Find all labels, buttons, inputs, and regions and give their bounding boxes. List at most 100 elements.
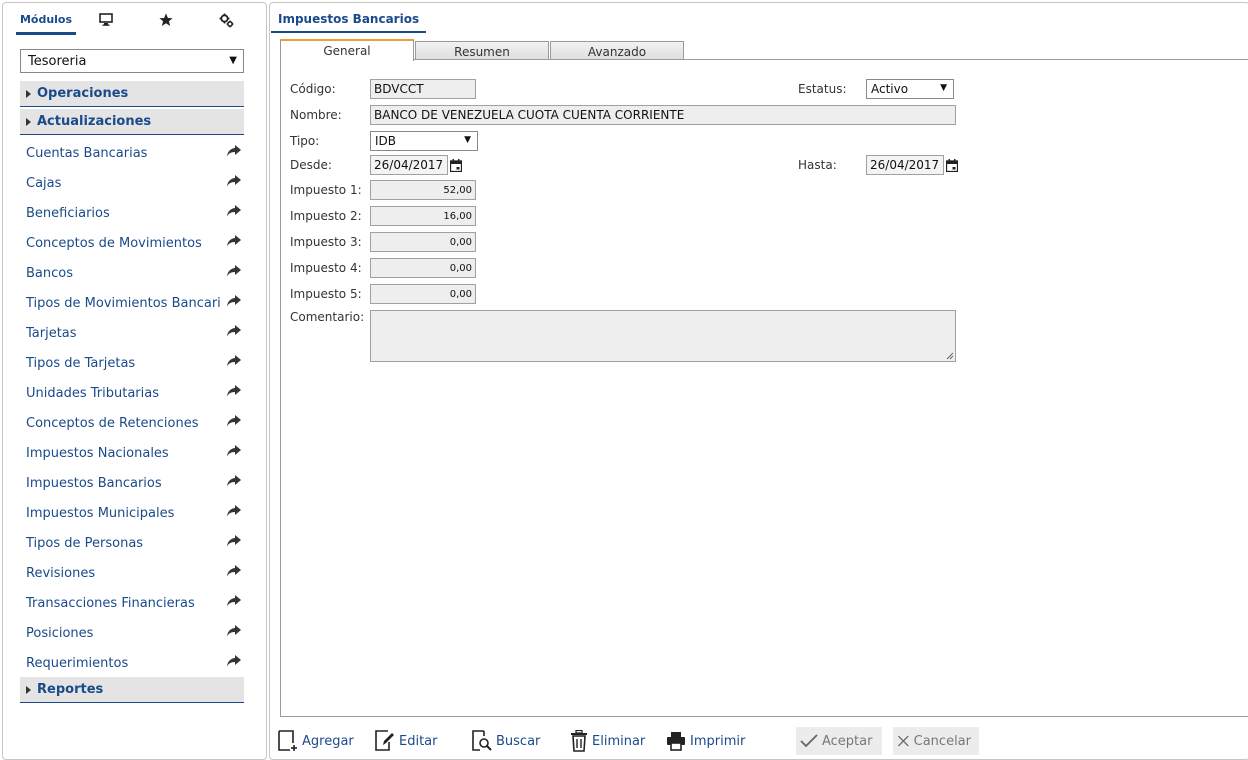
main-panel: Impuestos Bancarios General Resumen Avan… bbox=[269, 2, 1248, 760]
impuesto1-field[interactable]: 52,00 bbox=[370, 180, 476, 200]
actualizaciones-menu: Cuentas Bancarias Cajas Beneficiarios Co… bbox=[20, 138, 244, 678]
impuesto5-label: Impuesto 5: bbox=[290, 287, 362, 301]
cancelar-button[interactable]: Cancelar bbox=[893, 727, 979, 755]
imprimir-label: Imprimir bbox=[690, 733, 746, 749]
menu-item-impuestos-nacionales[interactable]: Impuestos Nacionales bbox=[20, 438, 244, 468]
aceptar-button[interactable]: Aceptar bbox=[796, 727, 882, 755]
menu-item-label: Posiciones bbox=[26, 625, 94, 641]
module-select[interactable]: Tesoreria ▼ bbox=[20, 49, 244, 73]
editar-label: Editar bbox=[399, 733, 438, 749]
buscar-label: Buscar bbox=[496, 733, 541, 749]
menu-item-beneficiarios[interactable]: Beneficiarios bbox=[20, 198, 244, 228]
tipo-select[interactable]: IDB ▼ bbox=[370, 131, 478, 151]
menu-item-label: Conceptos de Retenciones bbox=[26, 415, 199, 431]
menu-item-label: Impuestos Municipales bbox=[26, 505, 175, 521]
star-icon bbox=[159, 13, 173, 26]
eliminar-button[interactable]: Eliminar bbox=[570, 727, 645, 755]
share-arrow-icon bbox=[227, 565, 241, 577]
resize-grip-icon[interactable] bbox=[946, 352, 954, 360]
share-arrow-icon bbox=[227, 295, 241, 307]
impuesto3-label: Impuesto 3: bbox=[290, 235, 362, 249]
comentario-textarea[interactable] bbox=[370, 310, 956, 362]
share-arrow-icon bbox=[227, 265, 241, 277]
menu-item-conceptos-de-retenciones[interactable]: Conceptos de Retenciones bbox=[20, 408, 244, 438]
desde-label: Desde: bbox=[290, 158, 332, 172]
menu-item-tipos-de-tarjetas[interactable]: Tipos de Tarjetas bbox=[20, 348, 244, 378]
tab-favorites[interactable] bbox=[149, 9, 183, 35]
imprimir-button[interactable]: Imprimir bbox=[666, 727, 745, 755]
check-icon bbox=[800, 734, 818, 748]
add-document-icon bbox=[278, 730, 297, 751]
nombre-field[interactable]: BANCO DE VENEZUELA CUOTA CUENTA CORRIENT… bbox=[370, 105, 956, 125]
menu-item-posiciones[interactable]: Posiciones bbox=[20, 618, 244, 648]
menu-item-label: Unidades Tributarias bbox=[26, 385, 159, 401]
section-reportes[interactable]: Reportes bbox=[20, 677, 244, 703]
impuesto3-field[interactable]: 0,00 bbox=[370, 232, 476, 252]
menu-item-conceptos-de-movimientos[interactable]: Conceptos de Movimientos bbox=[20, 228, 244, 258]
menu-item-tipos-de-personas[interactable]: Tipos de Personas bbox=[20, 528, 244, 558]
cancelar-label: Cancelar bbox=[913, 733, 971, 749]
menu-item-label: Tarjetas bbox=[26, 325, 77, 341]
tipo-select-value: IDB bbox=[375, 134, 397, 148]
tab-general[interactable]: General bbox=[280, 39, 414, 61]
hasta-date-field[interactable]: 26/04/2017 bbox=[866, 155, 944, 175]
desde-date-field[interactable]: 26/04/2017 bbox=[370, 155, 448, 175]
impuesto4-field[interactable]: 0,00 bbox=[370, 258, 476, 278]
tab-modulos[interactable]: Módulos bbox=[16, 9, 76, 35]
estatus-select[interactable]: Activo ▼ bbox=[866, 79, 954, 99]
agregar-button[interactable]: Agregar bbox=[278, 727, 354, 755]
menu-item-tarjetas[interactable]: Tarjetas bbox=[20, 318, 244, 348]
share-arrow-icon bbox=[227, 415, 241, 427]
eliminar-label: Eliminar bbox=[592, 733, 646, 749]
section-operaciones[interactable]: Operaciones bbox=[20, 81, 244, 107]
tab-resumen[interactable]: Resumen bbox=[415, 41, 549, 61]
menu-item-transacciones-financieras[interactable]: Transacciones Financieras bbox=[20, 588, 244, 618]
page-title-tab[interactable]: Impuestos Bancarios bbox=[271, 9, 427, 33]
menu-item-label: Transacciones Financieras bbox=[26, 595, 195, 611]
menu-item-bancos[interactable]: Bancos bbox=[20, 258, 244, 288]
tab-avanzado[interactable]: Avanzado bbox=[550, 41, 684, 61]
calendar-icon[interactable] bbox=[450, 159, 462, 172]
menu-item-label: Tipos de Personas bbox=[26, 535, 144, 551]
menu-item-unidades-tributarias[interactable]: Unidades Tributarias bbox=[20, 378, 244, 408]
menu-item-label: Cuentas Bancarias bbox=[26, 145, 148, 161]
share-arrow-icon bbox=[227, 235, 241, 247]
share-arrow-icon bbox=[227, 535, 241, 547]
menu-item-impuestos-municipales[interactable]: Impuestos Municipales bbox=[20, 498, 244, 528]
section-operaciones-label: Operaciones bbox=[37, 86, 129, 101]
share-arrow-icon bbox=[227, 325, 241, 337]
codigo-field[interactable]: BDVCCT bbox=[370, 79, 476, 99]
buscar-button[interactable]: Buscar bbox=[472, 727, 540, 755]
menu-item-tipos-de-movimientos-bancarios[interactable]: Tipos de Movimientos Bancarios bbox=[20, 288, 244, 318]
calendar-icon[interactable] bbox=[946, 159, 958, 172]
menu-item-cajas[interactable]: Cajas bbox=[20, 168, 244, 198]
tab-settings[interactable] bbox=[209, 9, 243, 35]
tab-monitor[interactable] bbox=[89, 9, 123, 35]
form-area: Código: BDVCCT Estatus: Activo ▼ Nombre:… bbox=[280, 59, 1248, 717]
impuesto5-field[interactable]: 0,00 bbox=[370, 284, 476, 304]
aceptar-label: Aceptar bbox=[822, 733, 873, 749]
left-tab-bar: Módulos bbox=[3, 3, 266, 35]
left-panel: Módulos Tesoreria ▼ Operaciones Actualiz… bbox=[2, 2, 267, 760]
caret-right-icon bbox=[26, 89, 31, 98]
menu-item-impuestos-bancarios[interactable]: Impuestos Bancarios bbox=[20, 468, 244, 498]
share-arrow-icon bbox=[227, 655, 241, 667]
menu-item-revisiones[interactable]: Revisiones bbox=[20, 558, 244, 588]
hasta-label: Hasta: bbox=[798, 158, 837, 172]
menu-item-label: Conceptos de Movimientos bbox=[26, 235, 202, 251]
section-actualizaciones[interactable]: Actualizaciones bbox=[20, 109, 244, 135]
share-arrow-icon bbox=[227, 205, 241, 217]
impuesto2-label: Impuesto 2: bbox=[290, 209, 362, 223]
menu-item-cuentas-bancarias[interactable]: Cuentas Bancarias bbox=[20, 138, 244, 168]
section-reportes-label: Reportes bbox=[37, 682, 104, 697]
share-arrow-icon bbox=[227, 625, 241, 637]
menu-item-label: Impuestos Nacionales bbox=[26, 445, 169, 461]
impuesto4-label: Impuesto 4: bbox=[290, 261, 362, 275]
close-icon bbox=[897, 735, 909, 747]
impuesto2-field[interactable]: 16,00 bbox=[370, 206, 476, 226]
menu-item-requerimientos[interactable]: Requerimientos bbox=[20, 648, 244, 678]
tipo-label: Tipo: bbox=[290, 134, 320, 148]
estatus-select-value: Activo bbox=[871, 82, 909, 96]
editar-button[interactable]: Editar bbox=[375, 727, 438, 755]
gears-icon bbox=[219, 13, 233, 28]
